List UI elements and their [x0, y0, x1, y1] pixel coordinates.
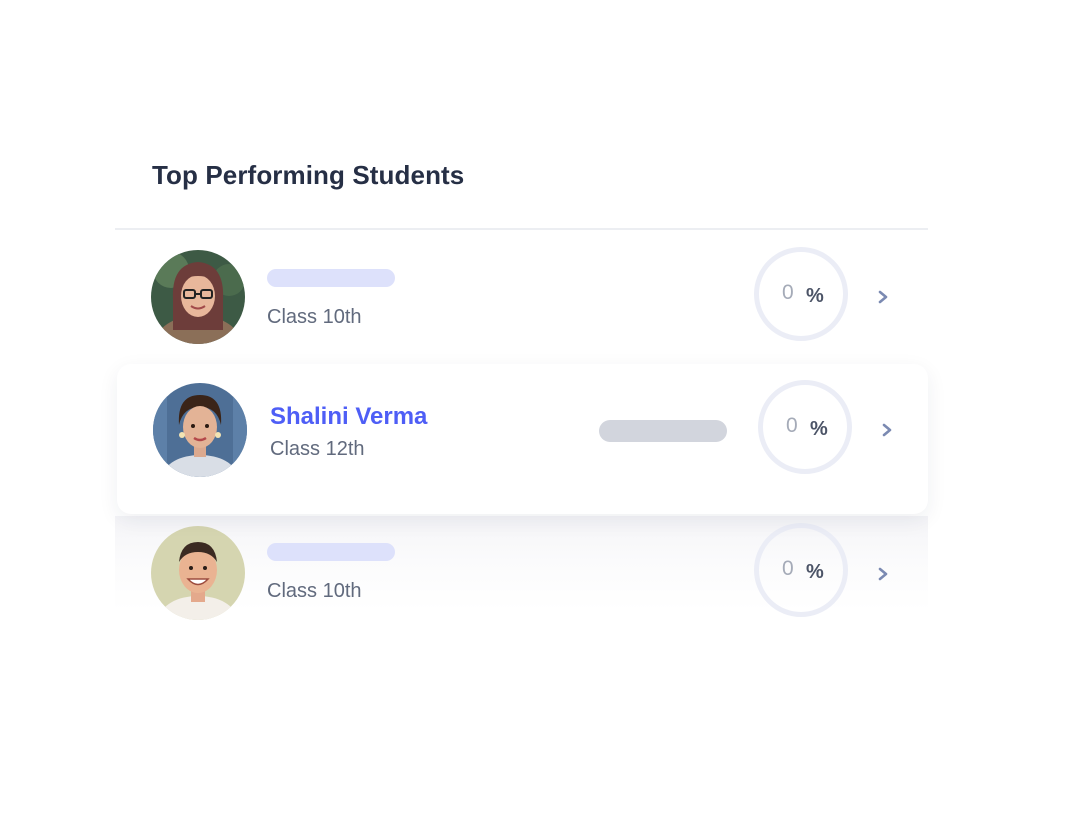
- student-name[interactable]: Shalini Verma: [270, 403, 427, 431]
- student-row[interactable]: Class 10th 0 %: [115, 242, 928, 352]
- percent-ring: 0 %: [758, 380, 852, 474]
- student-avatar: [151, 250, 245, 344]
- student-avatar: [151, 526, 245, 620]
- chevron-right-icon[interactable]: [871, 562, 895, 586]
- chevron-right-icon[interactable]: [875, 418, 899, 442]
- percent-value: 0: [782, 281, 794, 304]
- student-row[interactable]: Class 10th 0 %: [115, 516, 928, 661]
- student-photo-woman-glasses-icon: [151, 250, 245, 344]
- student-class: Class 10th: [267, 580, 362, 602]
- student-class: Class 10th: [267, 306, 362, 328]
- student-avatar: [153, 383, 247, 477]
- top-students-card: Top Performing Students Class 10th 0 % C…: [115, 130, 928, 665]
- progress-placeholder: [599, 420, 727, 442]
- percent-sign: %: [806, 561, 824, 583]
- percent-ring: 0 %: [754, 523, 848, 617]
- student-photo-man-smiling-icon: [151, 526, 245, 620]
- percent-sign: %: [810, 418, 828, 440]
- percent-value: 0: [782, 557, 794, 580]
- title-divider: [115, 228, 928, 230]
- student-name-placeholder: [267, 543, 395, 561]
- percent-sign: %: [806, 285, 824, 307]
- student-name-placeholder: [267, 269, 395, 287]
- student-class: Class 12th: [270, 438, 365, 460]
- percent-ring: 0 %: [754, 247, 848, 341]
- chevron-right-icon[interactable]: [871, 285, 895, 309]
- percent-value: 0: [786, 414, 798, 437]
- card-title: Top Performing Students: [152, 160, 465, 190]
- student-photo-woman-earrings-icon: [153, 383, 247, 477]
- student-row-highlighted[interactable]: Shalini Verma Class 12th 0 %: [117, 364, 928, 514]
